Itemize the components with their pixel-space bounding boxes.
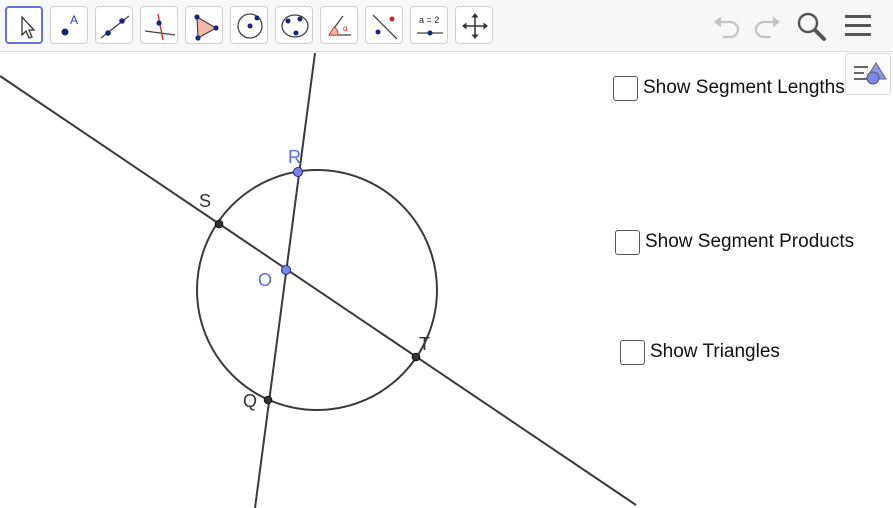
perpendicular-tool-button[interactable]	[140, 6, 178, 44]
perpendicular-line-icon	[144, 13, 176, 41]
checkbox-label: Show Triangles	[650, 341, 780, 362]
angle-tool-button[interactable]: α	[320, 6, 358, 44]
circle-three-points-tool-button[interactable]	[275, 6, 313, 44]
svg-text:a = 2: a = 2	[419, 15, 439, 25]
menu-button[interactable]	[841, 8, 877, 44]
polygon-icon	[194, 14, 219, 41]
move-tool-button[interactable]	[5, 6, 43, 44]
point-o[interactable]	[281, 265, 291, 275]
style-bar-icon	[854, 62, 887, 85]
label-o: O	[258, 270, 272, 290]
line-tool-button[interactable]	[95, 6, 133, 44]
checkbox-show-triangles[interactable]: Show Triangles	[620, 338, 780, 366]
graphics-view[interactable]: R S O T Q	[0, 53, 893, 508]
slider-icon: a = 2	[417, 15, 443, 36]
search-icon	[797, 12, 826, 41]
circle-tool-button[interactable]	[230, 6, 268, 44]
point-s[interactable]	[214, 219, 224, 229]
checkbox-label: Show Segment Lengths	[643, 77, 845, 98]
reflect-tool-button[interactable]	[365, 6, 403, 44]
style-bar-toggle-button[interactable]	[845, 53, 891, 95]
undo-button[interactable]	[710, 8, 746, 44]
checkbox-show-segment-lengths[interactable]: Show Segment Lengths	[613, 74, 845, 102]
line-sot[interactable]	[0, 75, 637, 506]
menu-icon	[845, 15, 871, 36]
angle-icon: α	[328, 15, 351, 36]
svg-text:A: A	[70, 13, 78, 27]
checkbox-box[interactable]	[620, 339, 645, 365]
point-q[interactable]	[263, 395, 273, 405]
checkbox-show-segment-products[interactable]: Show Segment Products	[615, 228, 854, 256]
point-t[interactable]	[411, 352, 421, 362]
toolbar: A α a = 2	[0, 0, 893, 52]
checkbox-label: Show Segment Products	[645, 231, 855, 252]
polygon-tool-button[interactable]	[185, 6, 223, 44]
undo-icon	[714, 16, 740, 39]
search-button[interactable]	[794, 8, 830, 44]
reflect-about-line-icon	[372, 14, 398, 40]
point-r[interactable]	[293, 167, 303, 177]
redo-icon	[754, 16, 780, 39]
move-arrow-icon	[21, 15, 36, 39]
label-q: Q	[243, 391, 257, 411]
circle-with-center-icon	[237, 13, 263, 39]
checkbox-box[interactable]	[613, 75, 638, 101]
point-icon: A	[61, 13, 78, 36]
redo-button[interactable]	[748, 8, 784, 44]
move-graphics-view-icon	[462, 13, 488, 39]
circle-through-three-points-icon	[281, 14, 309, 38]
move-view-tool-button[interactable]	[455, 6, 493, 44]
label-r: R	[288, 147, 301, 167]
slider-tool-button[interactable]: a = 2	[410, 6, 448, 44]
line-through-two-points-icon	[100, 15, 130, 39]
checkbox-box[interactable]	[615, 229, 640, 255]
label-s: S	[199, 191, 211, 211]
svg-text:α: α	[343, 24, 348, 33]
point-tool-button[interactable]: A	[50, 6, 88, 44]
label-t: T	[419, 334, 430, 354]
